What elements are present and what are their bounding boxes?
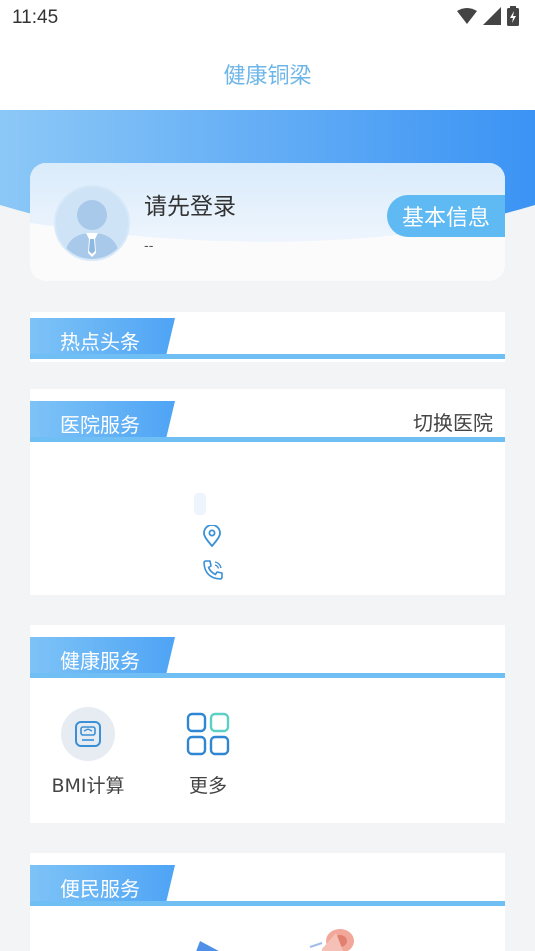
hot-news-section: 热点头条: [30, 312, 505, 362]
signal-icon: [483, 7, 501, 25]
battery-icon: [507, 6, 519, 26]
login-prompt[interactable]: 请先登录: [144, 187, 236, 221]
default-avatar-icon: [64, 200, 120, 259]
avatar[interactable]: [54, 185, 130, 261]
hospital-service-section: 医院服务 切换医院: [30, 389, 505, 595]
section-divider: [30, 673, 505, 678]
section-title: 热点头条: [60, 330, 140, 354]
service-label: 更多: [188, 775, 227, 797]
page-title: 健康铜梁: [223, 64, 312, 89]
service-item-more[interactable]: 更多: [168, 707, 248, 798]
section-divider: [30, 901, 505, 906]
section-tag: 便民服务: [30, 865, 175, 903]
service-item-bmi[interactable]: BMI计算: [48, 707, 128, 798]
switch-hospital-button[interactable]: 切换医院: [413, 407, 493, 436]
location-icon[interactable]: [202, 525, 222, 547]
section-divider: [30, 354, 505, 359]
megaphone-illustration-icon: [309, 929, 354, 951]
convenience-service-section: 便民服务: [30, 853, 505, 951]
health-service-section: 健康服务 BMI计算 更多: [30, 625, 505, 823]
section-tag: 医院服务: [30, 401, 175, 439]
grid-icon: [181, 707, 235, 761]
hospital-image-placeholder: [194, 493, 206, 515]
section-tag: 热点头条: [30, 318, 175, 356]
service-illustration-left: [196, 941, 219, 951]
user-card[interactable]: 请先登录 -- 基本信息: [30, 163, 505, 281]
wifi-icon: [457, 8, 477, 24]
title-bar: 健康铜梁: [0, 36, 535, 110]
user-subtitle: --: [144, 239, 154, 254]
service-label: BMI计算: [51, 775, 125, 797]
basic-info-button[interactable]: 基本信息: [387, 195, 505, 237]
section-tag: 健康服务: [30, 637, 175, 675]
section-title: 健康服务: [60, 649, 140, 673]
status-icons: [457, 6, 519, 26]
status-bar: 11:45: [0, 0, 535, 36]
status-time: 11:45: [12, 7, 59, 28]
section-title: 便民服务: [60, 877, 140, 901]
phone-icon[interactable]: [202, 559, 224, 581]
section-title: 医院服务: [60, 413, 140, 437]
section-divider: [30, 437, 505, 442]
scale-icon: [61, 707, 115, 761]
